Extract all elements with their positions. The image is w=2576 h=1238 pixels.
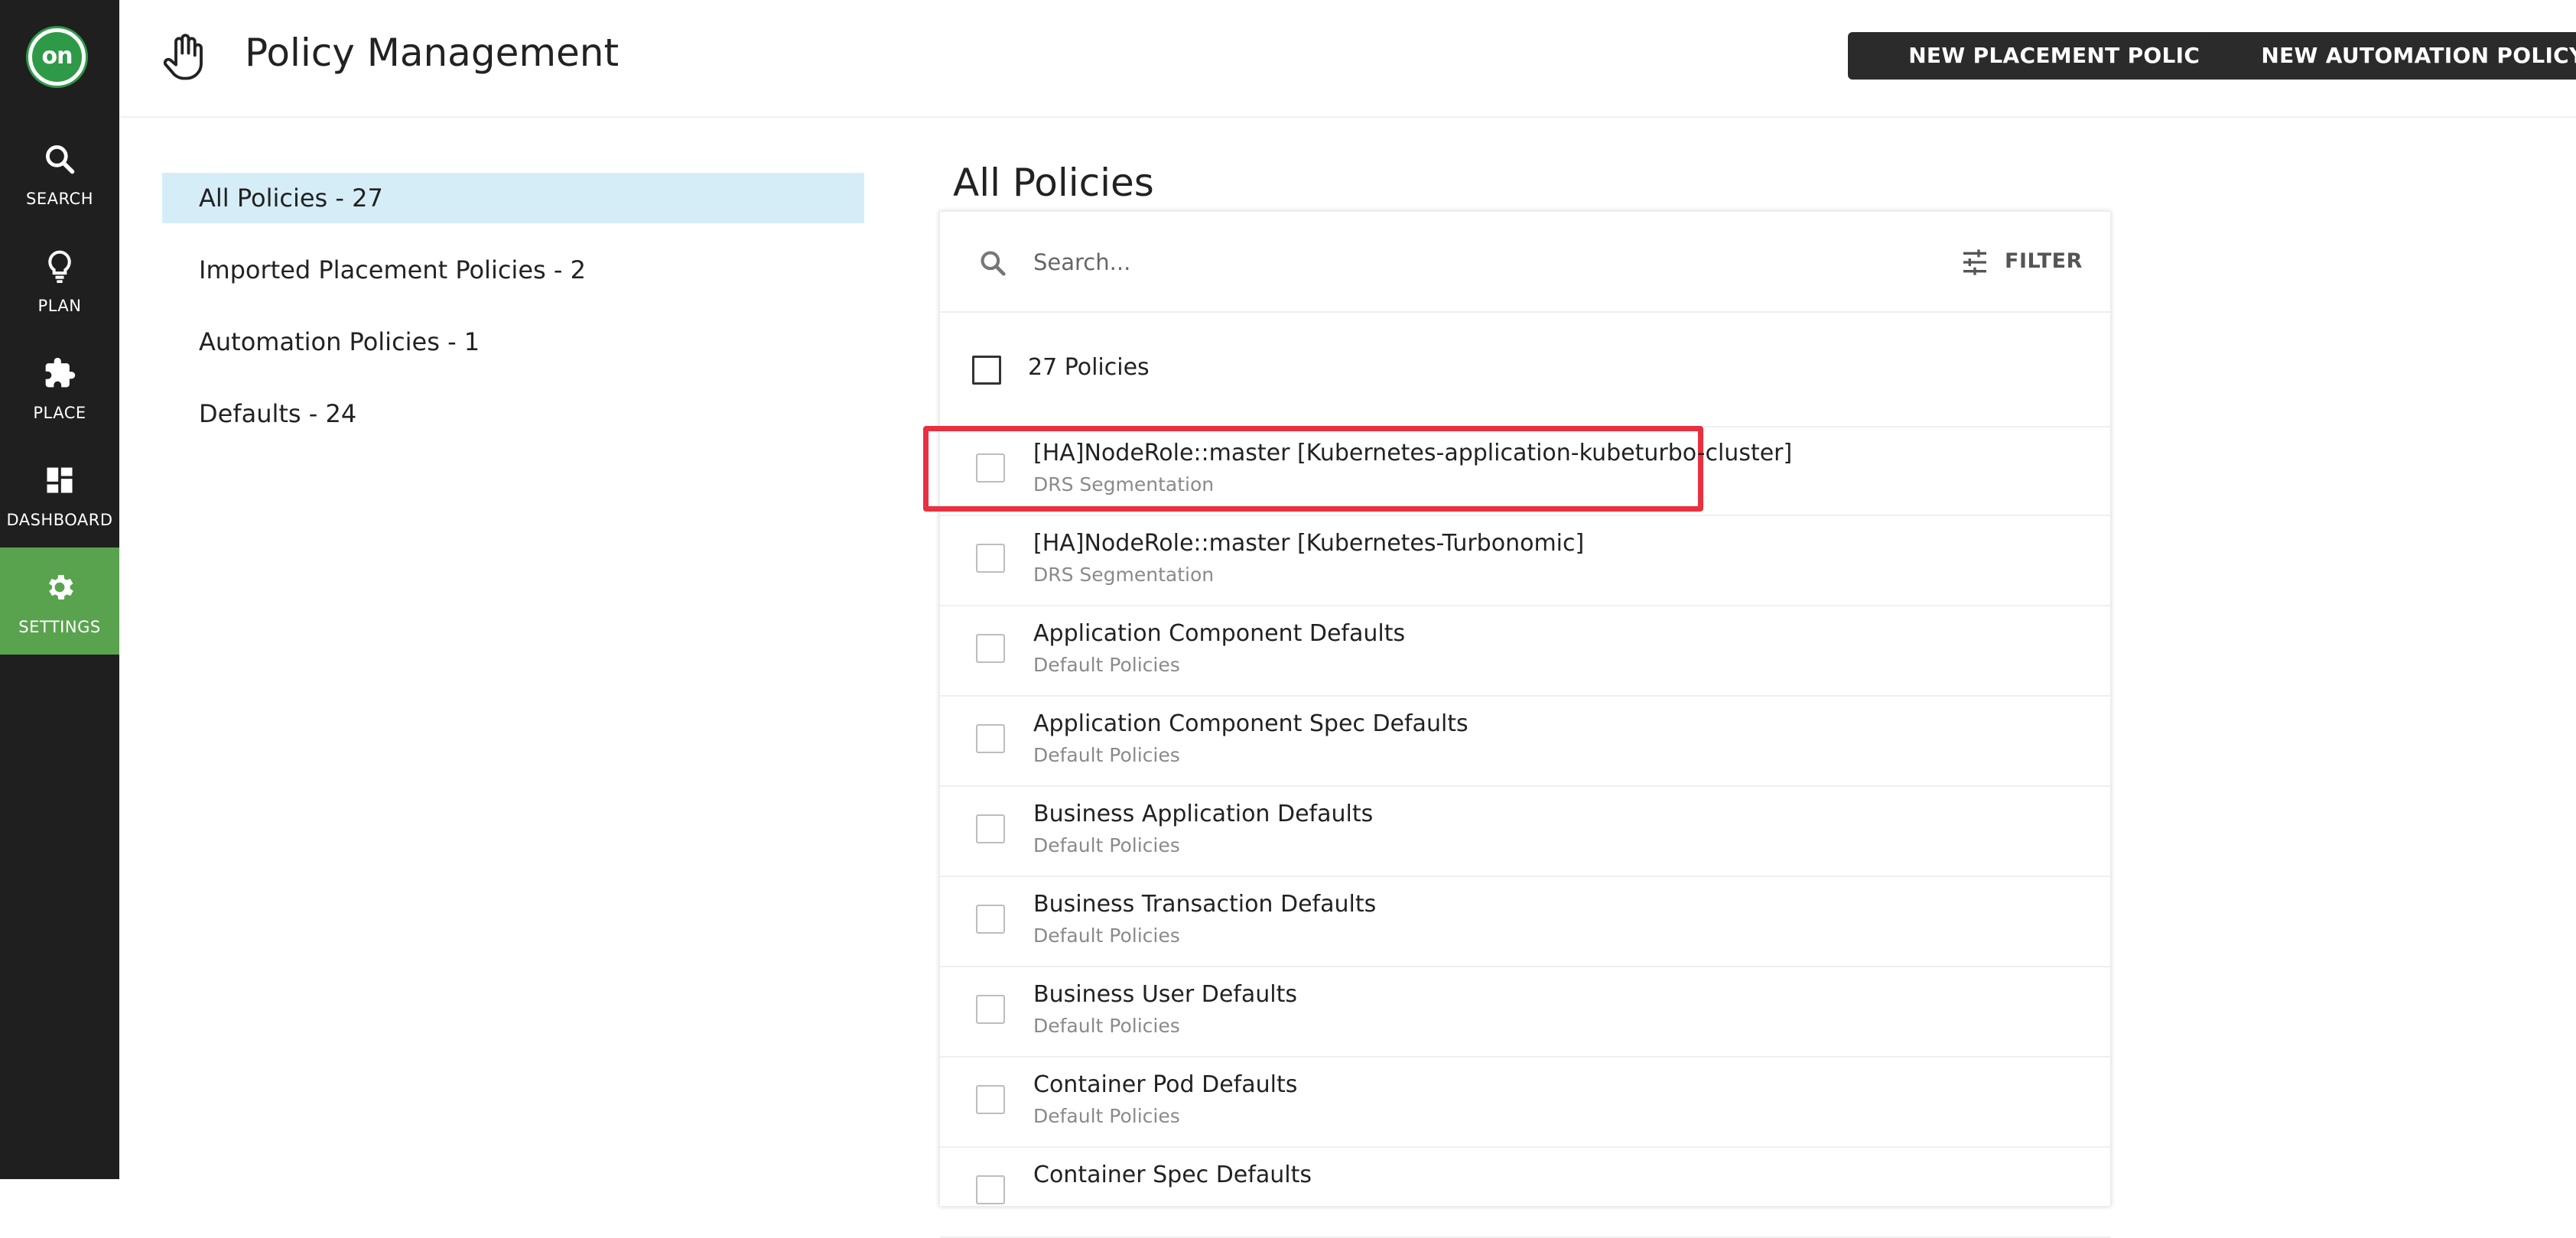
policy-type: DRS Segmentation — [1033, 564, 1215, 586]
nav-dashboard-label: DASHBOARD — [6, 511, 113, 529]
section-title: All Policies — [953, 161, 1154, 205]
lightbulb-icon — [48, 250, 71, 283]
gear-icon — [49, 575, 73, 600]
policy-list-panel: FILTER 27 Policies [HA]NodeRole::master … — [923, 211, 2111, 1238]
nav-rail: on SEARCH PLAN PLACE DASHBOARD SETTINGS — [0, 0, 119, 1179]
category-automation[interactable]: Automation Policies - 1 — [162, 317, 864, 367]
nav-search[interactable]: SEARCH — [0, 119, 119, 226]
new-automation-policy-button[interactable]: NEW AUTOMATION POLICY — [2200, 32, 2576, 80]
nav-settings-label: SETTINGS — [18, 618, 101, 636]
list-item[interactable]: Application Component Defaults Default P… — [940, 606, 2110, 697]
nav-dashboard[interactable]: DASHBOARD — [0, 440, 119, 548]
row-checkbox[interactable] — [976, 814, 1005, 843]
policy-type: Default Policies — [1033, 744, 1180, 766]
list-item[interactable]: Container Spec Defaults — [940, 1148, 2110, 1238]
category-all-policies[interactable]: All Policies - 27 — [162, 173, 864, 223]
category-imported-placement[interactable]: Imported Placement Policies - 2 — [162, 245, 864, 295]
filter-sliders-icon — [1963, 249, 1986, 275]
highlight-box — [923, 426, 1703, 512]
nav-plan-label: PLAN — [37, 297, 82, 315]
policy-type: Default Policies — [1033, 834, 1180, 856]
list-item[interactable]: Business Transaction Defaults Default Po… — [940, 877, 2110, 967]
list-item[interactable]: [HA]NodeRole::master [Kubernetes-applica… — [923, 426, 2110, 516]
row-checkbox[interactable] — [976, 1175, 1005, 1204]
dashboard-icon — [47, 467, 73, 493]
nav-search-label: SEARCH — [26, 190, 93, 208]
policy-type: Default Policies — [1033, 1105, 1180, 1127]
row-checkbox[interactable] — [976, 995, 1005, 1024]
search-icon — [981, 251, 1006, 276]
hand-icon — [163, 34, 203, 80]
category-defaults[interactable]: Defaults - 24 — [162, 388, 864, 439]
filter-button[interactable]: FILTER — [1959, 242, 2089, 281]
list-item[interactable]: Application Component Spec Defaults Defa… — [940, 697, 2110, 787]
list-item[interactable]: Container Pod Defaults Default Policies — [940, 1058, 2110, 1148]
list-item[interactable]: Business Application Defaults Default Po… — [940, 787, 2110, 877]
search-bar: FILTER — [940, 212, 2110, 313]
nav-plan[interactable]: PLAN — [0, 226, 119, 333]
row-checkbox[interactable] — [976, 544, 1005, 573]
policy-name[interactable]: Application Component Defaults — [1033, 620, 1405, 647]
row-checkbox[interactable] — [976, 453, 1005, 483]
policy-name[interactable]: Container Pod Defaults — [1033, 1071, 1297, 1098]
nav-settings[interactable]: SETTINGS — [0, 548, 119, 655]
policy-name[interactable]: [HA]NodeRole::master [Kubernetes-Turbono… — [1033, 530, 1584, 557]
select-all-checkbox[interactable] — [972, 356, 1001, 385]
list-item[interactable]: Business User Defaults Default Policies — [940, 967, 2110, 1058]
row-checkbox[interactable] — [976, 905, 1005, 934]
policy-name[interactable]: Business Application Defaults — [1033, 801, 1373, 827]
select-all-row: 27 Policies — [940, 311, 2110, 427]
filter-label: FILTER — [2005, 249, 2083, 273]
policy-list: [HA]NodeRole::master [Kubernetes-applica… — [923, 426, 2110, 1238]
policy-count: 27 Policies — [1028, 354, 1150, 381]
policy-type: Default Policies — [1033, 654, 1180, 676]
nav-place-label: PLACE — [33, 404, 86, 422]
policy-type: DRS Segmentation — [1033, 473, 1215, 496]
policy-name[interactable]: Business Transaction Defaults — [1033, 891, 1376, 918]
policy-type: Default Policies — [1033, 1015, 1180, 1037]
page-title: Policy Management — [245, 31, 620, 75]
policy-type: Default Policies — [1033, 924, 1180, 947]
search-input[interactable] — [1032, 242, 1723, 282]
page-header: Policy Management NEW PLACEMENT POLICY N… — [119, 0, 2576, 118]
turbonomic-logo[interactable]: on — [28, 28, 86, 86]
policy-name[interactable]: [HA]NodeRole::master [Kubernetes-applica… — [1033, 440, 1792, 466]
search-icon — [46, 145, 75, 174]
row-checkbox[interactable] — [976, 1085, 1005, 1114]
policy-name[interactable]: Container Spec Defaults — [1033, 1162, 1312, 1188]
list-item[interactable]: [HA]NodeRole::master [Kubernetes-Turbono… — [940, 516, 2110, 606]
row-checkbox[interactable] — [976, 724, 1005, 753]
policy-name[interactable]: Application Component Spec Defaults — [1033, 710, 1469, 737]
puzzle-icon — [45, 357, 76, 388]
row-checkbox[interactable] — [976, 634, 1005, 663]
nav-place[interactable]: PLACE — [0, 333, 119, 440]
policy-name[interactable]: Business User Defaults — [1033, 981, 1297, 1008]
